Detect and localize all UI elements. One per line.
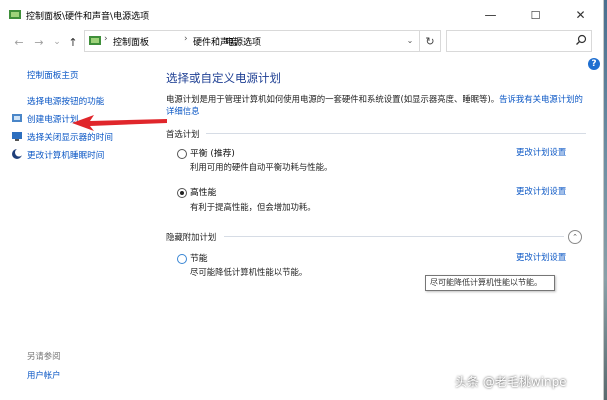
section-divider [206, 133, 586, 134]
search-icon [576, 34, 587, 45]
address-bar[interactable]: › 控制面板 › 硬件和声音 › 电源选项 [84, 30, 420, 52]
address-dropdown-icon[interactable]: ⌄ [404, 36, 416, 48]
page-title: 选择或自定义电源计划 [166, 71, 281, 85]
description-text: 电源计划是用于管理计算机如何使用电源的一套硬件和系统设置(如显示器亮度、睡眠等)… [166, 94, 500, 104]
control-panel-window: 控制面板\硬件和声音\电源选项 — ☐ ✕ ← → ⌄ ↑ › 控制面板 › 硬… [0, 0, 604, 400]
breadcrumb-separator: › [216, 34, 220, 44]
tooltip: 尽可能降低计算机性能以节能。 [425, 275, 555, 291]
plan-radio-high-performance[interactable] [177, 188, 187, 198]
title-bar: 控制面板\硬件和声音\电源选项 — ☐ ✕ [0, 0, 603, 30]
maximize-button[interactable]: ☐ [513, 0, 558, 30]
plan-name-balanced[interactable]: 平衡 (推荐) [190, 146, 235, 159]
plan-radio-balanced[interactable] [177, 149, 187, 159]
plan-desc-power-saver: 尽可能降低计算机性能以节能。 [190, 267, 308, 277]
annotation-arrow-icon [72, 115, 167, 131]
user-accounts-link[interactable]: 用户帐户 [27, 369, 61, 381]
back-arrow-icon[interactable]: ← [11, 34, 27, 50]
control-panel-icon [9, 10, 21, 19]
up-arrow-icon[interactable]: ↑ [65, 34, 81, 50]
collapse-chevron-icon[interactable]: ⌃ [568, 230, 582, 244]
search-input[interactable] [446, 30, 592, 52]
change-plan-settings-balanced[interactable]: 更改计划设置 [516, 146, 566, 158]
breadcrumb-separator: › [104, 34, 108, 44]
sidebar-item-display-off[interactable]: 选择关闭显示器的时间 [27, 131, 113, 143]
breadcrumb-separator: › [184, 34, 188, 44]
minimize-button[interactable]: — [468, 0, 513, 30]
sidebar-item-create-plan[interactable]: 创建电源计划 [27, 113, 79, 125]
page-description: 电源计划是用于管理计算机如何使用电源的一套硬件和系统设置(如显示器亮度、睡眠等)… [166, 93, 586, 117]
section-divider [224, 236, 564, 237]
refresh-button[interactable]: ↻ [419, 30, 441, 52]
change-plan-settings-high-performance[interactable]: 更改计划设置 [516, 185, 566, 197]
power-plan-icon [12, 114, 22, 122]
preferred-plans-heading: 首选计划 [166, 129, 200, 139]
forward-arrow-icon[interactable]: → [31, 34, 47, 50]
moon-sleep-icon [12, 148, 23, 159]
close-button[interactable]: ✕ [558, 0, 603, 30]
sidebar-item-sleep-time[interactable]: 更改计算机睡眠时间 [27, 149, 104, 161]
help-icon[interactable]: ? [588, 58, 600, 70]
display-icon [12, 132, 22, 141]
plan-desc-balanced: 利用可用的硬件自动平衡功耗与性能。 [190, 162, 333, 172]
recent-locations-icon[interactable]: ⌄ [49, 34, 65, 50]
plan-name-high-performance[interactable]: 高性能 [190, 185, 216, 198]
sidebar-item-power-button[interactable]: 选择电源按钮的功能 [27, 95, 104, 107]
plan-desc-high-performance: 有利于提高性能，但会增加功耗。 [190, 202, 316, 212]
hidden-plans-heading: 隐藏附加计划 [166, 232, 217, 242]
see-also-label: 另请参阅 [27, 351, 61, 361]
plan-name-power-saver[interactable]: 节能 [190, 251, 208, 264]
breadcrumb-control-panel[interactable]: 控制面板 [113, 35, 149, 48]
plan-radio-power-saver[interactable] [177, 254, 187, 264]
change-plan-settings-power-saver[interactable]: 更改计划设置 [516, 251, 566, 263]
sidebar-item-home[interactable]: 控制面板主页 [27, 69, 79, 81]
breadcrumb-power-options[interactable]: 电源选项 [225, 35, 261, 48]
watermark-text: 头条 @老毛桃winpe [455, 375, 567, 389]
window-title: 控制面板\硬件和声音\电源选项 [26, 12, 150, 22]
control-panel-icon [89, 36, 101, 45]
